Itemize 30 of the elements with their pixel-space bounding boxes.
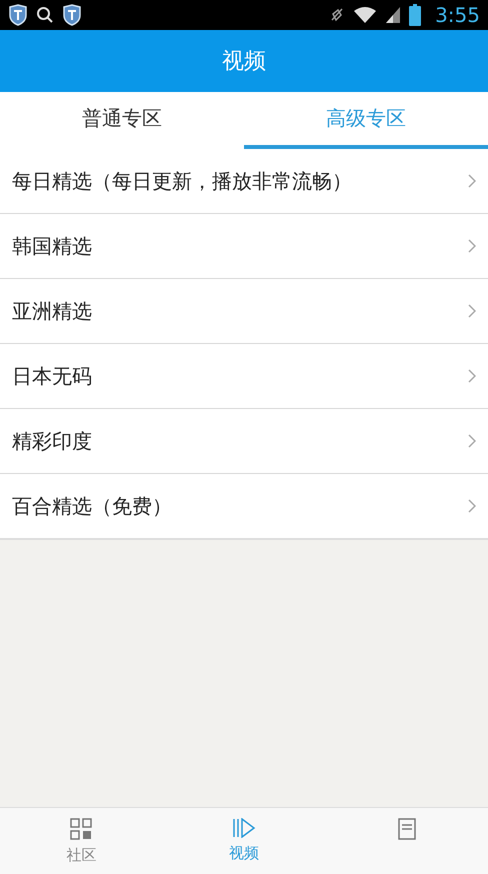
list-item[interactable]: 每日精选（每日更新，播放非常流畅） [0,149,488,214]
wifi-icon [353,6,378,24]
item-label: 每日精选（每日更新，播放非常流畅） [12,168,353,194]
status-time: 3:55 [435,3,480,27]
item-label: 百合精选（免费） [12,492,173,520]
mute-icon [329,6,346,24]
list-item[interactable]: 韩国精选 [0,214,488,279]
document-icon [396,818,417,840]
shield-icon [8,4,28,26]
signal-icon [385,6,402,24]
chevron-icon [468,239,476,253]
item-label: 亚洲精选 [12,298,93,324]
page-title: 视频 [222,48,266,76]
list-item[interactable]: 精彩印度 [0,409,488,474]
shield-icon [62,4,82,26]
play-icon [232,818,256,838]
chevron-icon [468,304,476,318]
chevron-icon [468,369,476,383]
battery-icon [409,4,422,26]
item-label: 日本无码 [12,362,93,390]
grid-icon [70,818,92,840]
list-item[interactable]: 百合精选（免费） [0,474,488,538]
chevron-icon [468,434,476,448]
chevron-icon [468,499,476,513]
search-icon [36,6,54,24]
chevron-icon [468,174,476,188]
list-item[interactable]: 亚洲精选 [0,279,488,344]
list-item[interactable]: 日本无码 [0,344,488,409]
item-label: 精彩印度 [12,428,93,454]
item-label: 韩国精选 [12,232,93,260]
